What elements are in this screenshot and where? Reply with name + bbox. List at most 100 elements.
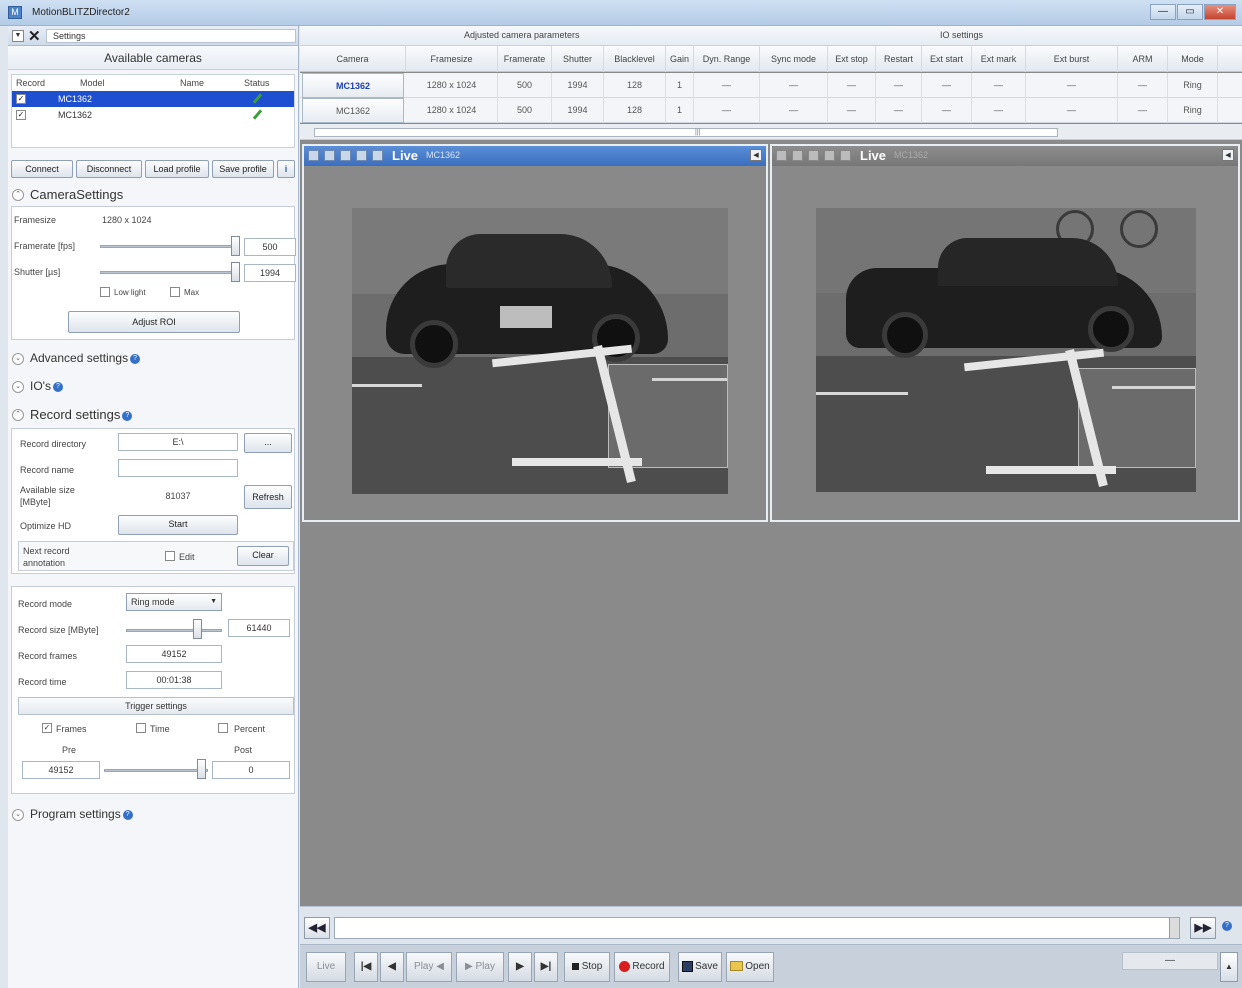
shutter-field[interactable]: 1994 (244, 264, 296, 282)
header-sync-mode[interactable]: Sync mode (760, 46, 828, 72)
pre-field[interactable]: 49152 (22, 761, 100, 779)
table-row[interactable]: MC1362 1280 x 1024 500 1994 128 1 — — — … (300, 98, 1242, 123)
window-icon[interactable] (372, 150, 383, 161)
chevron-up-icon[interactable]: ▲ (1220, 952, 1238, 982)
expand-icon[interactable]: ⌄ (12, 381, 24, 393)
record-checkbox[interactable]: ✓ (16, 94, 26, 104)
camera-settings-header[interactable]: ⌃ CameraSettings (8, 184, 298, 206)
live-button[interactable]: Live (306, 952, 346, 982)
skip-start-icon[interactable]: |◀ (354, 952, 378, 982)
tab-settings[interactable]: Settings (46, 29, 296, 43)
shutter-slider[interactable] (100, 271, 240, 274)
close-icon[interactable]: ✕ (28, 27, 41, 45)
header-blacklevel[interactable]: Blacklevel (604, 46, 666, 72)
pin-icon[interactable]: ◀ (1222, 149, 1234, 161)
header-restart[interactable]: Restart (876, 46, 922, 72)
window-icon[interactable] (840, 150, 851, 161)
shutter-thumb[interactable] (231, 262, 240, 282)
advanced-settings-header[interactable]: ⌄ Advanced settings? (8, 348, 298, 370)
snapshot-icon[interactable] (824, 150, 835, 161)
table-row[interactable]: MC1362 1280 x 1024 500 1994 128 1 — — — … (300, 73, 1242, 98)
framerate-field[interactable]: 500 (244, 238, 296, 256)
help-icon[interactable]: ? (130, 353, 141, 364)
record-button[interactable]: Record (614, 952, 670, 982)
close-button[interactable]: ✕ (1204, 4, 1236, 20)
record-size-slider[interactable] (126, 629, 222, 632)
record-size-field[interactable]: 61440 (228, 619, 290, 637)
record-size-thumb[interactable] (193, 619, 202, 639)
minimize-button[interactable]: — (1150, 4, 1176, 20)
record-mode-select[interactable]: Ring mode ▼ (126, 593, 222, 611)
play-backward-button[interactable]: Play ◀ (406, 952, 452, 982)
percent-checkbox[interactable] (218, 723, 228, 733)
save-button[interactable]: Save (678, 952, 722, 982)
program-settings-header[interactable]: ⌄ Program settings? (8, 804, 298, 826)
framerate-thumb[interactable] (231, 236, 240, 256)
play-forward-button[interactable]: ▶ Play (456, 952, 504, 982)
step-back-icon[interactable]: ◀ (380, 952, 404, 982)
header-camera[interactable]: Camera (300, 46, 406, 72)
pre-post-slider[interactable] (104, 769, 208, 772)
load-profile-button[interactable]: Load profile (145, 160, 209, 178)
timeline-thumb[interactable] (1169, 918, 1179, 938)
help-icon[interactable]: ? (52, 381, 63, 392)
chevron-down-icon[interactable]: ▼ (12, 30, 24, 42)
edit-checkbox[interactable] (165, 551, 175, 561)
help-icon[interactable]: ? (122, 410, 133, 421)
max-checkbox[interactable] (170, 287, 180, 297)
scroll-grip-icon[interactable]: ||| (695, 129, 700, 136)
low-light-checkbox[interactable] (100, 287, 110, 297)
record-settings-header[interactable]: ⌃ Record settings? (8, 404, 298, 426)
header-arm[interactable]: ARM (1118, 46, 1168, 72)
horizontal-scrollbar[interactable]: ||| (300, 124, 1242, 140)
header-framesize[interactable]: Framesize (406, 46, 498, 72)
clear-button[interactable]: Clear (237, 546, 289, 566)
header-gain[interactable]: Gain (666, 46, 694, 72)
framerate-slider[interactable] (100, 245, 240, 248)
header-mode[interactable]: Mode (1168, 46, 1218, 72)
fit-icon[interactable] (792, 150, 803, 161)
browse-button[interactable]: ... (244, 433, 292, 453)
header-framerate[interactable]: Framerate (498, 46, 552, 72)
connect-button[interactable]: Connect (11, 160, 73, 178)
disconnect-button[interactable]: Disconnect (76, 160, 142, 178)
scroll-track[interactable]: ||| (314, 128, 1058, 137)
timeline-track[interactable] (334, 917, 1180, 939)
start-button[interactable]: Start (118, 515, 238, 535)
post-field[interactable]: 0 (212, 761, 290, 779)
refresh-button[interactable]: Refresh (244, 485, 292, 509)
header-shutter[interactable]: Shutter (552, 46, 604, 72)
rewind-icon[interactable]: ◀◀ (304, 917, 330, 939)
zoom-icon[interactable] (308, 150, 319, 161)
record-name-field[interactable] (118, 459, 238, 477)
collapse-icon[interactable]: ⌃ (12, 189, 24, 201)
record-directory-field[interactable]: E:\ (118, 433, 238, 451)
expand-icon[interactable]: ⌄ (12, 353, 24, 365)
pre-post-thumb[interactable] (197, 759, 206, 779)
skip-end-icon[interactable]: ▶| (534, 952, 558, 982)
zoom-icon[interactable] (776, 150, 787, 161)
pin-icon[interactable]: ◀ (750, 149, 762, 161)
maximize-button[interactable]: ▭ (1177, 4, 1203, 20)
record-checkbox[interactable]: ✓ (16, 110, 26, 120)
save-profile-button[interactable]: Save profile (212, 160, 274, 178)
info-button[interactable]: i (277, 160, 295, 178)
snapshot-icon[interactable] (356, 150, 367, 161)
collapse-icon[interactable]: ⌃ (12, 409, 24, 421)
fit-icon[interactable] (324, 150, 335, 161)
header-ext-mark[interactable]: Ext mark (972, 46, 1026, 72)
fast-forward-icon[interactable]: ▶▶ (1190, 917, 1216, 939)
live-view-2[interactable]: Live MC1362 ◀ (770, 144, 1240, 522)
crosshair-icon[interactable] (808, 150, 819, 161)
stop-button[interactable]: Stop (564, 952, 610, 982)
frames-checkbox[interactable]: ✓ (42, 723, 52, 733)
camera-row[interactable]: ✓ MC1362 (12, 107, 294, 123)
expand-icon[interactable]: ⌄ (12, 809, 24, 821)
header-ext-stop[interactable]: Ext stop (828, 46, 876, 72)
header-dyn-range[interactable]: Dyn. Range (694, 46, 760, 72)
open-button[interactable]: Open (726, 952, 774, 982)
help-icon[interactable]: ? (122, 809, 133, 820)
header-ext-burst[interactable]: Ext burst (1026, 46, 1118, 72)
header-ext-start[interactable]: Ext start (922, 46, 972, 72)
crosshair-icon[interactable] (340, 150, 351, 161)
